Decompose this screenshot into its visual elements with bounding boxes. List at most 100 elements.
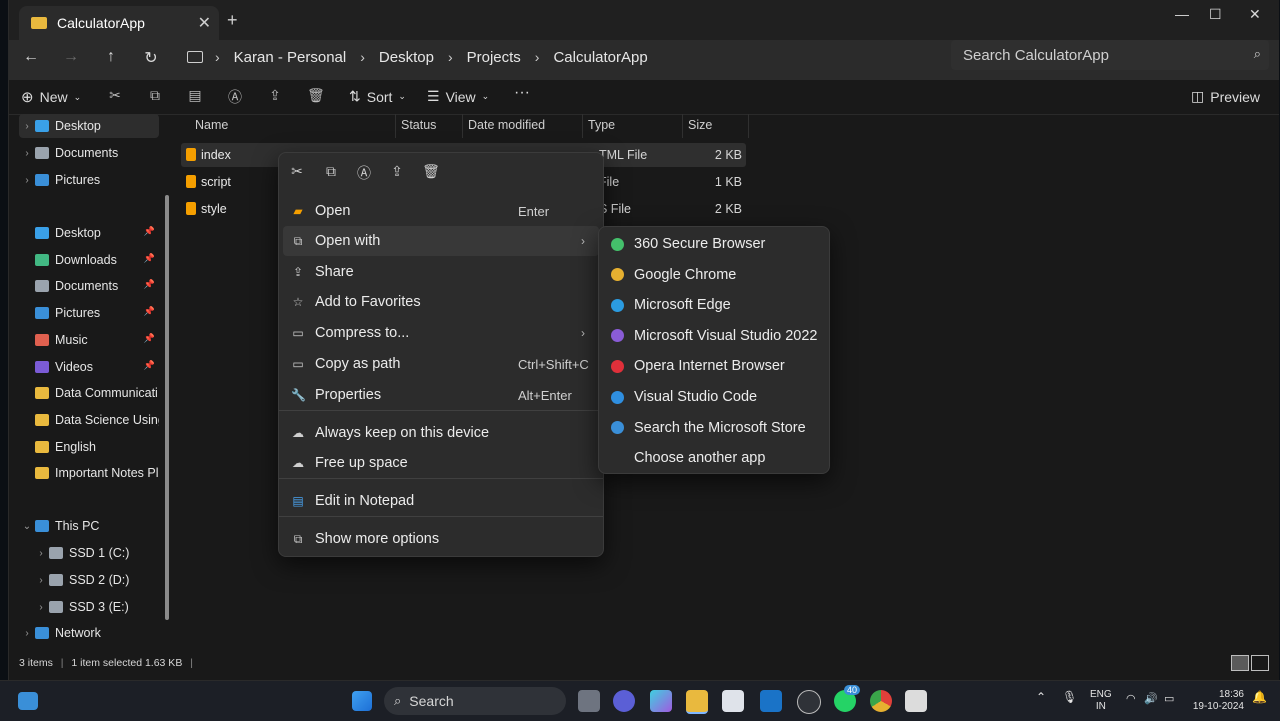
minimize-button[interactable]: — — [1175, 6, 1189, 22]
outlook-icon[interactable] — [760, 690, 782, 712]
up-icon[interactable]: ↑ — [99, 48, 123, 66]
new-button[interactable]: ⊕ New ⌄ — [21, 88, 81, 106]
quick-access-item[interactable]: Data Communicati — [35, 381, 159, 405]
maximize-button[interactable]: ☐ — [1209, 6, 1222, 23]
open-with-item[interactable]: Google Chrome — [603, 260, 825, 290]
refresh-icon[interactable]: ↻ — [139, 48, 163, 68]
sidebar-item-desktop[interactable]: › Desktop — [19, 114, 159, 138]
forward-icon[interactable]: → — [59, 48, 83, 66]
sidebar-item-drive[interactable]: › SSD 1 (C:) — [33, 541, 159, 565]
open-with-item[interactable]: Opera Internet Browser — [603, 351, 825, 381]
menu-item-open[interactable]: ▰ Open Enter — [283, 196, 599, 226]
task-view-icon[interactable] — [578, 690, 600, 712]
chevron-up-icon[interactable]: ⌃ — [1036, 691, 1046, 703]
menu-item-share[interactable]: ⇪ Share — [283, 257, 599, 287]
wifi-icon[interactable]: ◠ — [1126, 693, 1136, 705]
sidebar-item-this-pc[interactable]: ⌄ This PC — [19, 514, 159, 538]
open-with-item[interactable]: Microsoft Visual Studio 2022 — [603, 321, 825, 351]
back-icon[interactable]: ← — [19, 48, 43, 66]
menu-item-open-with[interactable]: ⧉ Open with › — [283, 226, 599, 256]
snipping-tool-icon[interactable] — [905, 690, 927, 712]
chevron-right-icon[interactable]: › — [19, 175, 35, 186]
quick-access-item[interactable]: Desktop 📌 — [35, 221, 159, 245]
menu-item-free-up-space[interactable]: ☁ Free up space — [283, 448, 599, 478]
file-explorer-icon[interactable] — [686, 690, 708, 714]
quick-access-item[interactable]: Important Notes Pl — [35, 461, 159, 485]
open-with-item[interactable]: Microsoft Edge — [603, 290, 825, 320]
share-icon[interactable]: ⇪ — [387, 163, 407, 180]
menu-item-show-more-options[interactable]: ⧉ Show more options — [283, 524, 599, 554]
rename-icon[interactable]: Ⓐ — [227, 87, 243, 105]
paste-icon[interactable]: ▤ — [187, 87, 203, 103]
breadcrumb-item[interactable]: CalculatorApp — [553, 49, 647, 66]
sidebar-item-drive[interactable]: › SSD 3 (E:) — [33, 595, 159, 619]
sidebar-item-network[interactable]: › Network — [19, 621, 159, 645]
column-header-type[interactable]: Type — [588, 118, 615, 132]
breadcrumb-item[interactable]: Karan - Personal — [234, 49, 347, 66]
quick-access-item[interactable]: Pictures 📌 — [35, 301, 159, 325]
column-header-status[interactable]: Status — [401, 118, 436, 132]
chevron-right-icon[interactable]: › — [19, 628, 35, 639]
microphone-icon[interactable]: 🎙 — [1062, 691, 1077, 703]
store-icon[interactable] — [722, 690, 744, 712]
menu-item-edit-in-notepad[interactable]: ▤ Edit in Notepad — [283, 486, 599, 516]
view-button[interactable]: ☰ View ⌄ — [427, 88, 489, 105]
volume-icon[interactable]: 🔊 — [1144, 693, 1158, 705]
tiles-view-button[interactable] — [1251, 655, 1269, 671]
rename-icon[interactable]: Ⓐ — [354, 163, 374, 183]
quick-access-item[interactable]: Data Science Using — [35, 408, 159, 432]
copilot-icon[interactable] — [650, 690, 672, 712]
delete-icon[interactable]: 🗑 — [307, 87, 325, 103]
close-tab-icon[interactable]: ✕ — [198, 13, 211, 33]
sidebar-scrollbar[interactable] — [165, 195, 169, 620]
chevron-right-icon[interactable]: › — [19, 148, 35, 159]
cut-icon[interactable]: ✂ — [107, 87, 123, 103]
start-icon[interactable] — [352, 691, 372, 711]
language-indicator[interactable]: ENG IN — [1090, 689, 1112, 713]
open-with-item[interactable]: Choose another app — [603, 443, 825, 473]
sidebar-item-documents[interactable]: › Documents — [19, 141, 159, 165]
widgets-icon[interactable] — [18, 692, 38, 710]
battery-icon[interactable]: ▭ — [1164, 693, 1174, 705]
copy-icon[interactable]: ⧉ — [321, 163, 341, 180]
chevron-right-icon[interactable]: ⌄ — [19, 521, 35, 532]
chevron-right-icon[interactable]: › — [33, 575, 49, 586]
preview-button[interactable]: ◫ Preview — [1191, 88, 1260, 105]
menu-item-add-to-favorites[interactable]: ☆ Add to Favorites — [283, 287, 599, 317]
search-input[interactable]: Search CalculatorApp ⌕ — [951, 40, 1269, 70]
column-header-name[interactable]: Name — [195, 118, 228, 132]
teams-icon[interactable] — [613, 690, 635, 712]
new-tab-button[interactable]: + — [227, 10, 238, 31]
breadcrumb-item[interactable]: Desktop — [379, 49, 434, 66]
sidebar-item-pictures[interactable]: › Pictures — [19, 168, 159, 192]
column-header-date[interactable]: Date modified — [468, 118, 545, 132]
quick-access-item[interactable]: Downloads 📌 — [35, 248, 159, 272]
copy-icon[interactable]: ⧉ — [147, 87, 163, 103]
quick-access-item[interactable]: Videos 📌 — [35, 355, 159, 379]
quick-access-item[interactable]: Documents 📌 — [35, 274, 159, 298]
column-header-size[interactable]: Size — [688, 118, 712, 132]
chrome-icon[interactable] — [870, 690, 892, 712]
chevron-right-icon[interactable]: › — [33, 602, 49, 613]
open-with-item[interactable]: Visual Studio Code — [603, 382, 825, 412]
taskbar-search[interactable]: ⌕ Search — [384, 687, 566, 715]
tab-calculatorapp[interactable]: CalculatorApp ✕ — [19, 6, 219, 40]
menu-item-compress-to[interactable]: ▭ Compress to... › — [283, 318, 599, 348]
more-options-button[interactable]: ··· — [514, 84, 530, 102]
sort-button[interactable]: ⇅ Sort ⌄ — [349, 88, 406, 105]
open-with-item[interactable]: Search the Microsoft Store — [603, 413, 825, 443]
open-with-item[interactable]: 360 Secure Browser — [603, 229, 825, 259]
menu-item-properties[interactable]: 🔧 Properties Alt+Enter — [283, 380, 599, 410]
clock[interactable]: 18:36 19-10-2024 — [1188, 689, 1244, 713]
close-window-button[interactable]: ✕ — [1249, 6, 1261, 23]
share-icon[interactable]: ⇪ — [267, 87, 283, 103]
media-player-icon[interactable] — [797, 690, 821, 714]
notifications-icon[interactable]: 🔔 — [1252, 691, 1267, 703]
menu-item-always-keep-on-this-device[interactable]: ☁ Always keep on this device — [283, 418, 599, 448]
breadcrumb-item[interactable]: Projects — [467, 49, 521, 66]
menu-item-copy-as-path[interactable]: ▭ Copy as path Ctrl+Shift+C — [283, 349, 599, 379]
sidebar-item-drive[interactable]: › SSD 2 (D:) — [33, 568, 159, 592]
chevron-right-icon[interactable]: › — [19, 121, 35, 132]
cut-icon[interactable]: ✂ — [287, 163, 307, 180]
delete-icon[interactable]: 🗑 — [421, 163, 441, 180]
